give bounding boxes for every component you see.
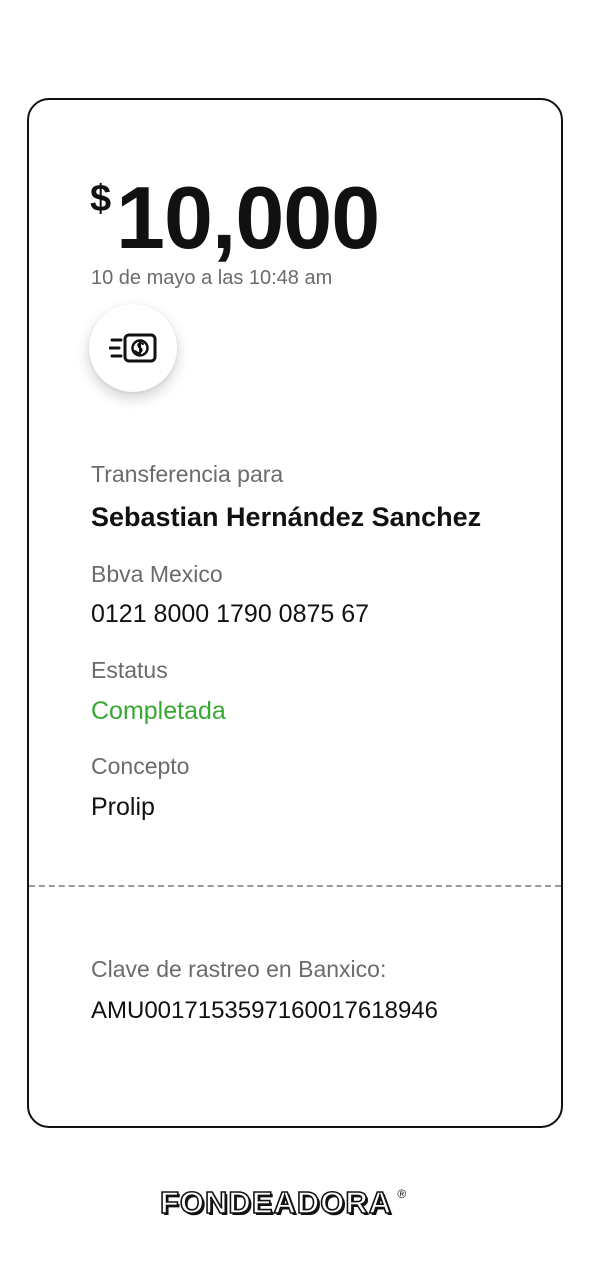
trace-key-label: Clave de rastreo en Banxico: xyxy=(91,956,387,982)
account-number: 0121 8000 1790 0875 67 xyxy=(91,600,370,628)
currency-symbol: $ xyxy=(90,178,112,220)
transfer-receipt-card: $ 10,000 10 de mayo a las 10:48 am Trans… xyxy=(27,98,563,1128)
recipient-label: Transferencia para xyxy=(91,461,284,487)
status-value: Completada xyxy=(91,697,226,725)
trace-key-value: AMU0017153597160017618946 xyxy=(91,997,438,1024)
registered-mark: ® xyxy=(397,1187,407,1201)
cash-transfer-icon xyxy=(89,304,177,392)
transaction-date: 10 de mayo a las 10:48 am xyxy=(91,267,333,289)
concept-label: Concepto xyxy=(91,753,190,779)
recipient-name: Sebastian Hernández Sanchez xyxy=(91,502,482,532)
bank-label: Bbva Mexico xyxy=(91,561,223,587)
concept-value: Prolip xyxy=(91,793,155,821)
receipt-divider xyxy=(29,885,561,887)
brand-name: FONDEADORA xyxy=(159,1185,393,1221)
status-label: Estatus xyxy=(91,657,168,683)
brand-logo: FONDEADORA ® xyxy=(159,1185,406,1221)
amount-value: 10,000 xyxy=(116,168,380,267)
